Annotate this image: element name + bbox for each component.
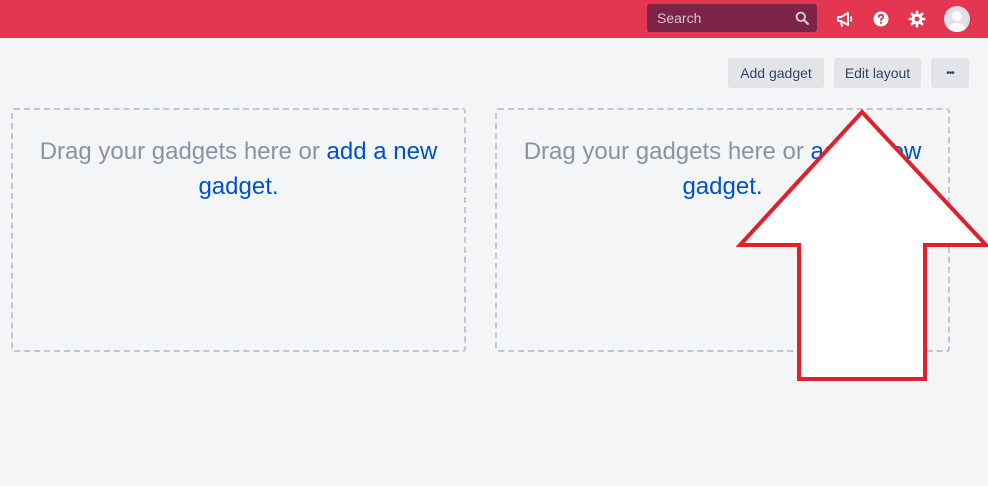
annotation-arrow-up-icon bbox=[735, 109, 988, 381]
